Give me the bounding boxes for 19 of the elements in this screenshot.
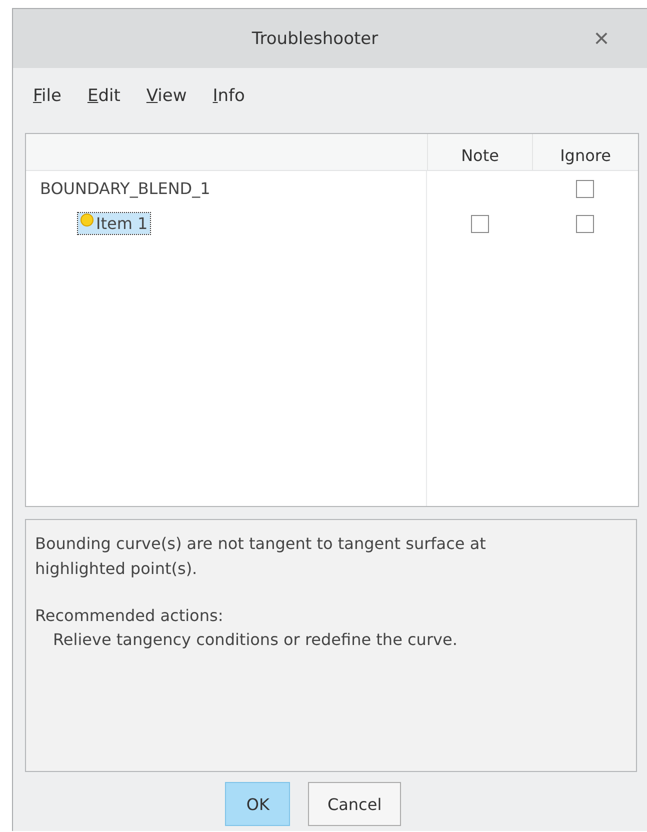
bulb-icon	[80, 212, 94, 226]
checkbox[interactable]	[576, 214, 594, 232]
menu-item[interactable]: Info	[212, 86, 245, 128]
menu-item[interactable]: Edit	[87, 86, 120, 128]
action-text: Relieve tangency conditions or redefine the curve.	[52, 629, 458, 652]
actions-heading: Recommended actions:	[35, 604, 224, 627]
message-text: Bounding curve(s) are not tangent to tangent surface at highlighted point(s).	[35, 533, 487, 580]
cancel-button[interactable]: Cancel	[308, 782, 401, 826]
menu-item[interactable]: File	[33, 86, 62, 128]
close-button[interactable]: ×	[590, 25, 613, 51]
tree-item[interactable]: Item 1	[78, 213, 150, 234]
menu-item[interactable]: View	[146, 86, 187, 128]
ok-button[interactable]: OK	[225, 782, 290, 826]
checkbox[interactable]	[576, 180, 594, 198]
tree-item[interactable]: BOUNDARY_BLEND_1	[38, 178, 212, 199]
checkbox[interactable]	[470, 214, 488, 232]
column-header[interactable]: Ignore	[532, 134, 638, 170]
window-title: Troubleshooter	[252, 28, 378, 48]
column-header[interactable]: Note	[427, 134, 532, 170]
